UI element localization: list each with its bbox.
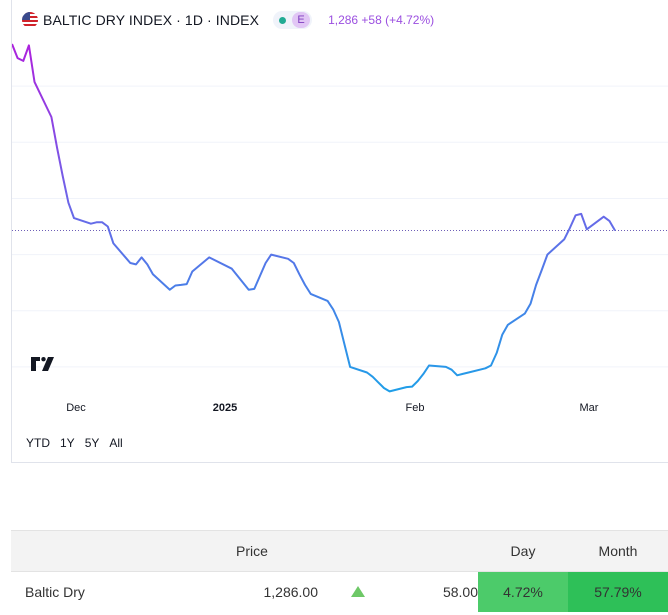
row-direction bbox=[318, 572, 398, 612]
row-day-change: 4.72% bbox=[478, 571, 568, 612]
price-chart[interactable] bbox=[12, 0, 668, 420]
range-button-ytd[interactable]: YTD bbox=[26, 436, 55, 450]
header-day: Day bbox=[478, 530, 568, 572]
range-selector: YTD 1Y 5Y All bbox=[26, 436, 128, 450]
chart-widget[interactable]: BALTIC DRY INDEX · 1D · INDEX E 1,286 +5… bbox=[11, 0, 668, 463]
market-open-dot-icon bbox=[279, 16, 287, 24]
x-tick-label: Mar bbox=[579, 402, 599, 414]
end-of-day-badge: E bbox=[292, 12, 311, 28]
tradingview-logo-icon[interactable] bbox=[28, 351, 58, 377]
header-price: Price bbox=[186, 530, 318, 572]
up-arrow-icon bbox=[351, 585, 365, 597]
us-flag-icon bbox=[22, 12, 38, 28]
row-month-change: 57.79% bbox=[568, 571, 668, 612]
row-price: 1,286.00 bbox=[263, 583, 319, 600]
x-tick-label: Feb bbox=[405, 402, 425, 414]
table-header-row: Price Day Month bbox=[11, 530, 668, 572]
market-status-pill[interactable]: E bbox=[273, 11, 313, 29]
header-change bbox=[398, 530, 478, 572]
row-change: 58.00 bbox=[442, 583, 478, 600]
price-series-line[interactable] bbox=[12, 43, 616, 393]
last-quote: 1,286 +58 (+4.72%) bbox=[328, 13, 435, 27]
range-button-1y[interactable]: 1Y bbox=[55, 436, 80, 450]
x-tick-label: Dec bbox=[66, 402, 86, 414]
row-name[interactable]: Baltic Dry bbox=[11, 572, 186, 612]
header-arrow bbox=[318, 530, 398, 572]
header-month: Month bbox=[568, 530, 668, 572]
x-tick-label: 2025 bbox=[212, 402, 238, 414]
header-name bbox=[11, 530, 186, 572]
chart-header: BALTIC DRY INDEX · 1D · INDEX E 1,286 +5… bbox=[22, 9, 434, 31]
range-button-all[interactable]: All bbox=[104, 436, 127, 450]
range-button-5y[interactable]: 5Y bbox=[80, 436, 105, 450]
table-row[interactable]: Baltic Dry 1,286.00 58.00 4.72% 57.79% bbox=[11, 571, 668, 612]
symbol-title[interactable]: BALTIC DRY INDEX · 1D · INDEX bbox=[43, 12, 259, 28]
quote-table: Price Day Month Baltic Dry 1,286.00 58.0… bbox=[11, 530, 668, 612]
